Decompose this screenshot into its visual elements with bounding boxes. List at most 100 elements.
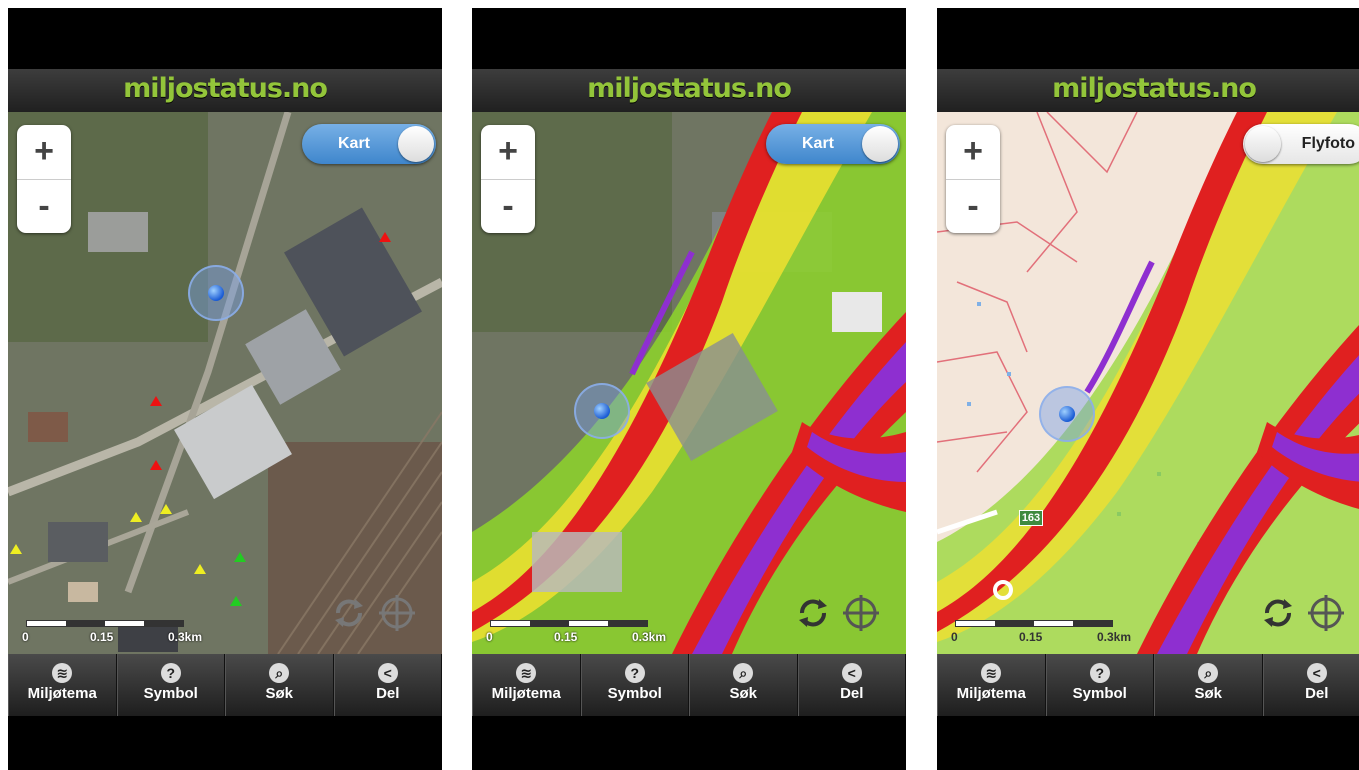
phone-screen-3: miljostatus.no 163 + - Flyfoto 0 0.15 0.… xyxy=(937,8,1359,770)
tab-symbol[interactable]: ? Symbol xyxy=(116,654,225,716)
rotate-refresh-button[interactable] xyxy=(330,594,368,632)
scale-label-start: 0 xyxy=(22,630,29,644)
tab-label: Søk xyxy=(265,685,293,702)
crosshair-icon xyxy=(379,595,415,631)
rotate-refresh-button[interactable] xyxy=(1259,594,1297,632)
scale-label-start: 0 xyxy=(486,630,493,644)
tab-sok[interactable]: ⌕ Søk xyxy=(1154,654,1263,716)
toggle-label: Kart xyxy=(802,135,835,152)
tab-label: Del xyxy=(840,685,864,702)
tab-label: Søk xyxy=(1194,685,1222,702)
zoom-control: + - xyxy=(946,125,1000,233)
share-icon: < xyxy=(377,663,398,683)
question-icon: ? xyxy=(1089,663,1110,683)
toggle-label: Flyfoto xyxy=(1301,135,1355,152)
tab-miljotema[interactable]: ≋ Miljøtema xyxy=(472,654,581,716)
scale-bar-graphic xyxy=(490,620,648,627)
scale-label-mid: 0.15 xyxy=(90,630,114,644)
tab-label: Symbol xyxy=(1072,685,1127,702)
tab-label: Miljøtema xyxy=(491,685,561,702)
map-view[interactable]: + - Kart 0 0.15 0.3km xyxy=(472,112,906,654)
scale-label-mid: 0.15 xyxy=(554,630,578,644)
locate-me-button[interactable] xyxy=(378,594,416,632)
share-icon: < xyxy=(1306,663,1327,683)
tab-label: Del xyxy=(1305,685,1329,702)
tab-label: Miljøtema xyxy=(27,685,97,702)
phone-screen-2: miljostatus.no + - Kart 0 0.15 0.3km ≋ M… xyxy=(472,8,906,770)
refresh-icon xyxy=(799,599,827,627)
zoom-control: + - xyxy=(481,125,535,233)
zoom-out-button[interactable]: - xyxy=(17,179,71,233)
tab-miljotema[interactable]: ≋ Miljøtema xyxy=(937,654,1046,716)
phone-screen-1: miljostatus.no + - Kart 0 0.15 0.3km ≋ M… xyxy=(8,8,442,770)
app-header: miljostatus.no xyxy=(937,69,1359,112)
search-icon: ⌕ xyxy=(733,663,754,683)
tab-symbol[interactable]: ? Symbol xyxy=(1045,654,1154,716)
question-icon: ? xyxy=(160,663,181,683)
tab-sok[interactable]: ⌕ Søk xyxy=(689,654,798,716)
scale-bar-graphic xyxy=(955,620,1113,627)
app-header: miljostatus.no xyxy=(8,69,442,112)
scale-bar-graphic xyxy=(26,620,184,627)
share-icon: < xyxy=(841,663,862,683)
app-logo: miljostatus.no xyxy=(587,73,792,104)
zoom-control: + - xyxy=(17,125,71,233)
zoom-in-button[interactable]: + xyxy=(17,125,71,179)
question-icon: ? xyxy=(624,663,645,683)
map-view[interactable]: + - Kart 0 0.15 0.3km xyxy=(8,112,442,654)
toggle-knob xyxy=(862,126,898,162)
search-icon: ⌕ xyxy=(269,663,290,683)
noise-overlay-map-image xyxy=(472,112,906,654)
layers-icon: ≋ xyxy=(516,663,537,683)
current-location-marker xyxy=(574,383,630,439)
map-type-toggle[interactable]: Kart xyxy=(302,124,436,164)
bottom-tab-bar: ≋ Miljøtema ? Symbol ⌕ Søk < Del xyxy=(472,654,906,716)
current-location-marker xyxy=(1039,386,1095,442)
bottom-tab-bar: ≋ Miljøtema ? Symbol ⌕ Søk < Del xyxy=(937,654,1359,716)
search-icon: ⌕ xyxy=(1198,663,1219,683)
zoom-in-button[interactable]: + xyxy=(481,125,535,179)
scale-label-end: 0.3km xyxy=(168,630,203,644)
app-logo: miljostatus.no xyxy=(123,73,328,104)
layers-icon: ≋ xyxy=(52,663,73,683)
toggle-label: Kart xyxy=(338,135,371,152)
scale-label-end: 0.3km xyxy=(1097,630,1132,644)
zoom-out-button[interactable]: - xyxy=(946,179,1000,233)
scale-label-start: 0 xyxy=(951,630,958,644)
tab-label: Søk xyxy=(729,685,757,702)
tab-label: Miljøtema xyxy=(956,685,1026,702)
crosshair-icon xyxy=(843,595,879,631)
scale-label-mid: 0.15 xyxy=(1019,630,1043,644)
map-type-toggle[interactable]: Kart xyxy=(766,124,900,164)
tab-label: Del xyxy=(376,685,400,702)
road-number-label: 163 xyxy=(1019,510,1043,526)
refresh-icon xyxy=(335,599,363,627)
layers-icon: ≋ xyxy=(981,663,1002,683)
toggle-knob xyxy=(398,126,434,162)
refresh-icon xyxy=(1264,599,1292,627)
tab-sok[interactable]: ⌕ Søk xyxy=(225,654,334,716)
tab-del[interactable]: < Del xyxy=(1262,654,1359,716)
map-type-toggle[interactable]: Flyfoto xyxy=(1243,124,1359,164)
zoom-out-button[interactable]: - xyxy=(481,179,535,233)
tab-label: Symbol xyxy=(607,685,662,702)
locate-me-button[interactable] xyxy=(842,594,880,632)
app-header: miljostatus.no xyxy=(472,69,906,112)
rotate-refresh-button[interactable] xyxy=(794,594,832,632)
current-location-marker xyxy=(188,265,244,321)
crosshair-icon xyxy=(1308,595,1344,631)
tab-del[interactable]: < Del xyxy=(797,654,906,716)
tab-symbol[interactable]: ? Symbol xyxy=(580,654,689,716)
toggle-knob xyxy=(1245,126,1281,162)
app-logo: miljostatus.no xyxy=(1052,73,1257,104)
locate-me-button[interactable] xyxy=(1307,594,1345,632)
bottom-tab-bar: ≋ Miljøtema ? Symbol ⌕ Søk < Del xyxy=(8,654,442,716)
aerial-map-image xyxy=(8,112,442,654)
scale-label-end: 0.3km xyxy=(632,630,667,644)
zoom-in-button[interactable]: + xyxy=(946,125,1000,179)
base-map-noise-image xyxy=(937,112,1359,654)
tab-miljotema[interactable]: ≋ Miljøtema xyxy=(8,654,117,716)
map-view[interactable]: 163 + - Flyfoto 0 0.15 0.3km xyxy=(937,112,1359,654)
tab-label: Symbol xyxy=(143,685,198,702)
tab-del[interactable]: < Del xyxy=(333,654,442,716)
